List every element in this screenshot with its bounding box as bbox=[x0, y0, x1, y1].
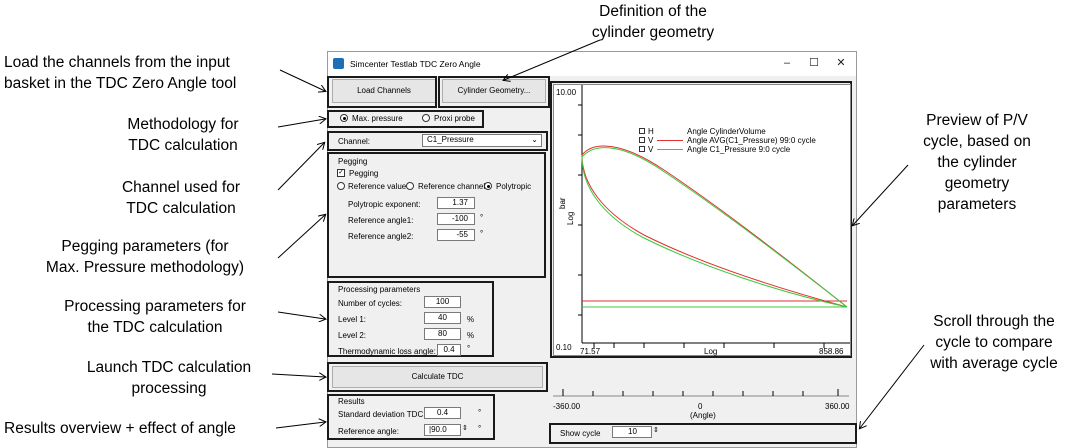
arrow-results bbox=[275, 422, 325, 429]
arrow-preview bbox=[853, 164, 909, 225]
arrow-methodology bbox=[277, 119, 325, 128]
arrow-scroll bbox=[860, 344, 925, 428]
arrow-pegging bbox=[277, 215, 325, 259]
arrow-processing bbox=[277, 311, 325, 319]
arrow-geometry bbox=[504, 39, 601, 80]
callout-arrows bbox=[271, 39, 925, 448]
arrow-launch bbox=[271, 374, 325, 377]
arrow-channel bbox=[277, 143, 324, 191]
arrow-load-channels bbox=[279, 69, 325, 91]
